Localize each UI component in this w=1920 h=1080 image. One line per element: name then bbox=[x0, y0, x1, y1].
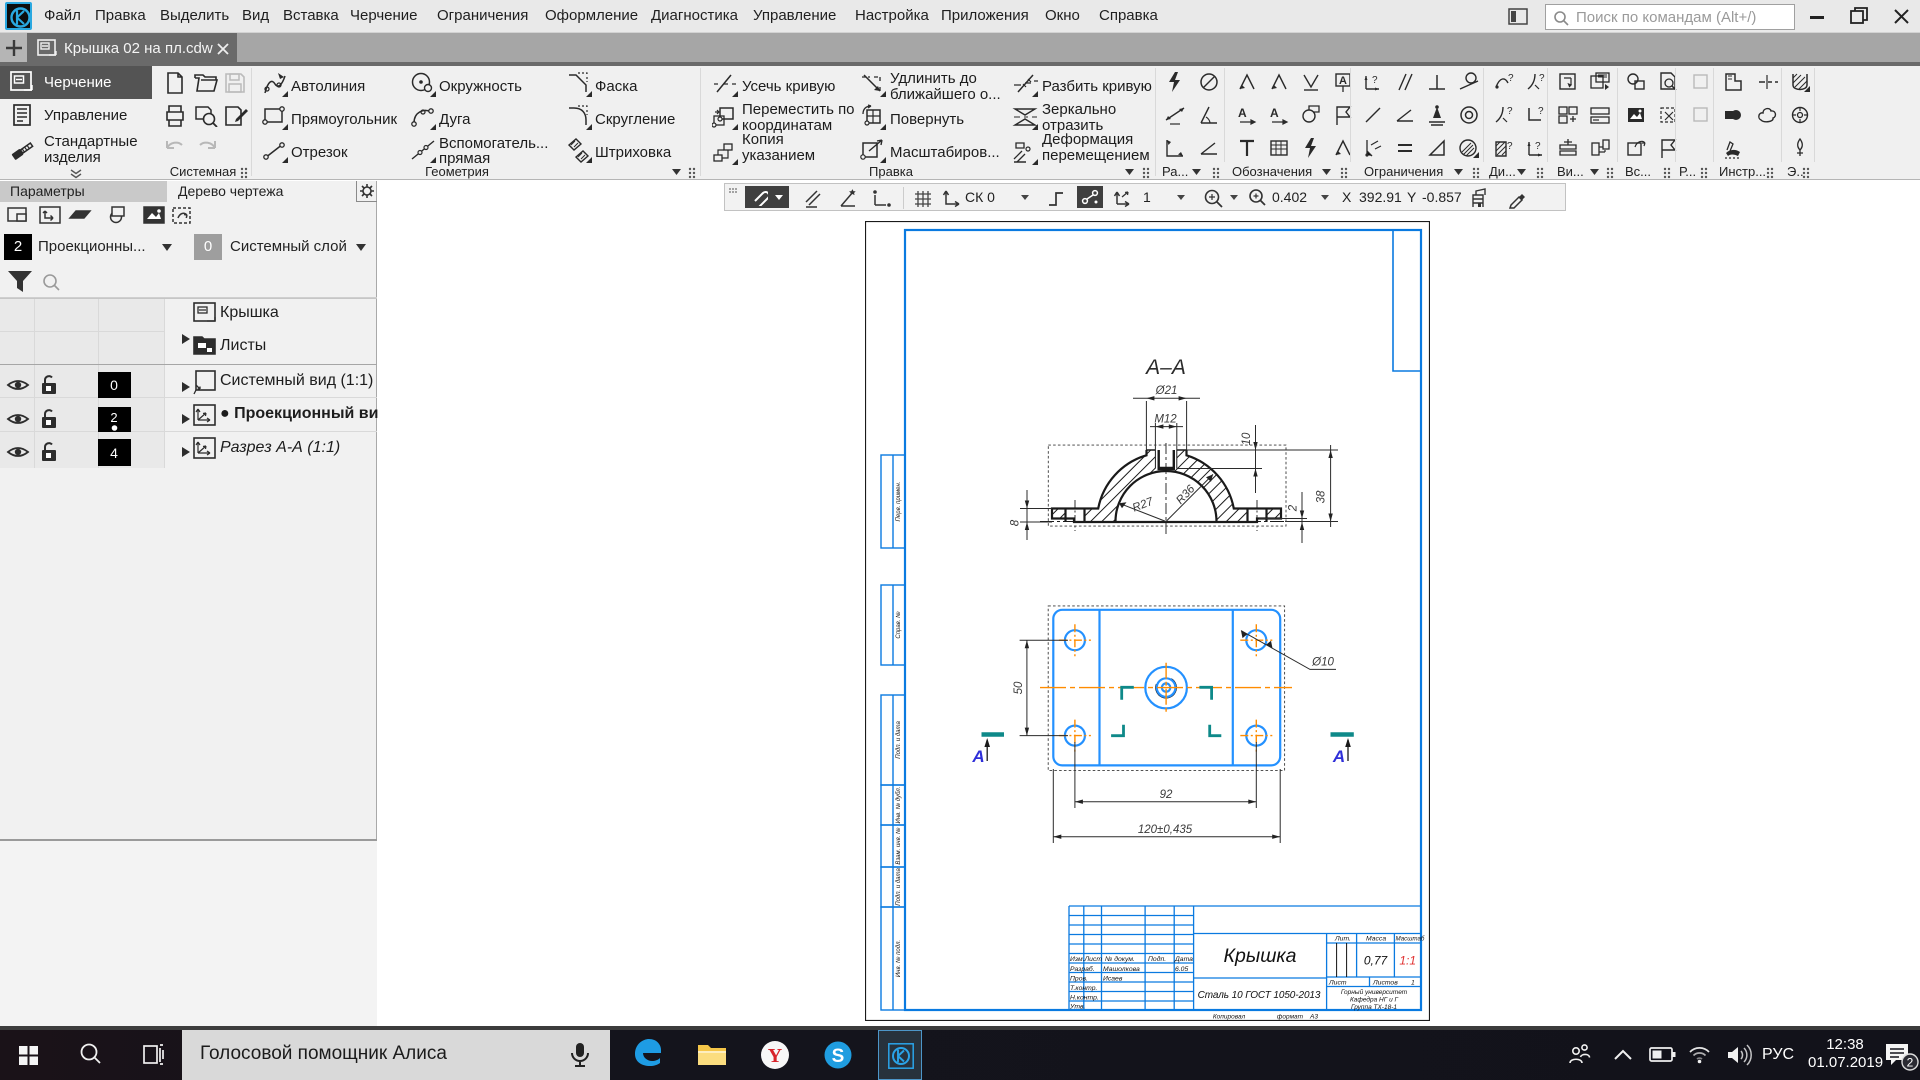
svg-text:10: 10 bbox=[1241, 432, 1253, 445]
svg-text:Горный университет: Горный университет bbox=[1341, 988, 1408, 996]
svg-text:2: 2 bbox=[1907, 1056, 1914, 1070]
svg-text:Пров.: Пров. bbox=[1070, 975, 1088, 982]
svg-text:Подп.: Подп. bbox=[1148, 955, 1166, 963]
svg-text:Изм.: Изм. bbox=[1070, 956, 1085, 963]
svg-text:Масса: Масса bbox=[1366, 936, 1386, 943]
svg-text:Взам. инв. №: Взам. инв. № bbox=[895, 827, 902, 865]
svg-text:Сталь 10 ГОСТ 1050-2013: Сталь 10 ГОСТ 1050-2013 bbox=[1198, 990, 1321, 1001]
svg-text:S: S bbox=[832, 1046, 845, 1067]
svg-text:0,77: 0,77 bbox=[1364, 954, 1389, 968]
svg-text:М12: М12 bbox=[1154, 414, 1177, 426]
svg-text:А3: А3 bbox=[1309, 1014, 1318, 1021]
svg-text:Машолкова: Машолкова bbox=[1103, 966, 1140, 973]
svg-text:Перв. примен.: Перв. примен. bbox=[896, 482, 902, 522]
svg-text:4: 4 bbox=[110, 445, 118, 461]
svg-text:Инв. № подл.: Инв. № подл. bbox=[895, 940, 902, 977]
svg-text:2: 2 bbox=[110, 410, 117, 425]
svg-text:120±0,435: 120±0,435 bbox=[1138, 824, 1193, 836]
svg-text:Подп. и дата: Подп. и дата bbox=[896, 721, 902, 759]
svg-text:Лист: Лист bbox=[1328, 980, 1347, 987]
svg-text:Дата: Дата bbox=[1174, 956, 1193, 963]
svg-text:Исаев: Исаев bbox=[1103, 975, 1123, 982]
svg-text:Инв. № дубл.: Инв. № дубл. bbox=[895, 787, 902, 824]
svg-text:Разраб.: Разраб. bbox=[1070, 965, 1095, 973]
svg-text:2: 2 bbox=[1288, 504, 1300, 512]
svg-text:№ докум.: № докум. bbox=[1105, 955, 1135, 963]
svg-text:Y: Y bbox=[768, 1045, 783, 1067]
svg-text:Лист: Лист bbox=[1084, 956, 1103, 963]
svg-text:Кафедра НГ и Г: Кафедра НГ и Г bbox=[1350, 996, 1399, 1004]
svg-text:50: 50 bbox=[1013, 681, 1025, 694]
svg-text:1:1: 1:1 bbox=[1399, 954, 1416, 968]
svg-text:Ø10: Ø10 bbox=[1311, 657, 1334, 669]
svg-text:Крышка: Крышка bbox=[1224, 945, 1297, 967]
svg-text:Ø21: Ø21 bbox=[1155, 385, 1178, 397]
svg-text:Лит.: Лит. bbox=[1334, 936, 1351, 943]
svg-text:А–А: А–А bbox=[1144, 356, 1186, 379]
svg-text:Подп. и дата: Подп. и дата bbox=[896, 868, 902, 906]
svg-text:8: 8 bbox=[1010, 519, 1022, 526]
svg-text:Листов: Листов bbox=[1372, 980, 1398, 987]
svg-text:38: 38 bbox=[1316, 490, 1328, 503]
svg-text:Группа ТХ-18-1: Группа ТХ-18-1 bbox=[1351, 1004, 1397, 1011]
svg-text:1: 1 bbox=[1411, 980, 1415, 987]
svg-text:92: 92 bbox=[1160, 789, 1173, 801]
svg-text:формат: формат bbox=[1277, 1014, 1304, 1021]
svg-text:А: А bbox=[1332, 747, 1345, 766]
svg-text:А: А bbox=[971, 747, 984, 766]
svg-text:6.05: 6.05 bbox=[1175, 966, 1188, 973]
svg-text:Утв.: Утв. bbox=[1069, 1004, 1086, 1011]
svg-text:Справ. №: Справ. № bbox=[895, 611, 902, 639]
svg-text:Масштаб: Масштаб bbox=[1396, 936, 1425, 943]
svg-text:Копировал: Копировал bbox=[1213, 1014, 1246, 1021]
svg-text:0: 0 bbox=[110, 377, 118, 393]
svg-text:Т.контр.: Т.контр. bbox=[1070, 985, 1098, 992]
svg-text:Н.контр.: Н.контр. bbox=[1070, 994, 1099, 1001]
